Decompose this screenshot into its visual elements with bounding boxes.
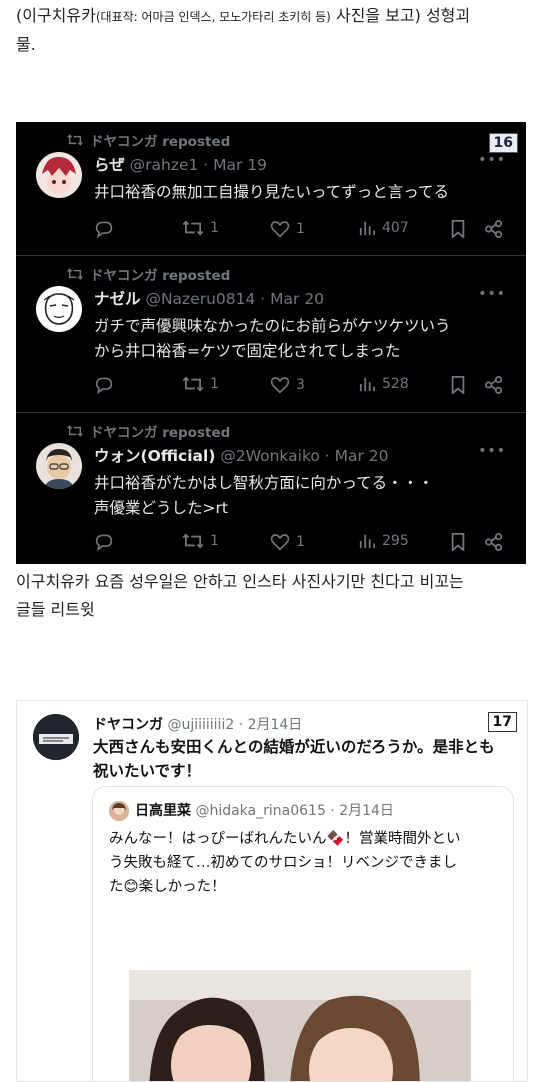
- tweet-line: 井口裕香がたかはし智秋方面に向かってる・・・: [94, 474, 434, 492]
- like-count: 1: [296, 534, 305, 550]
- quoted-text: みんなー！はっぴーばれんたいん🍫！営業時間外とい う失敗も経て…初めてのサロショ…: [109, 827, 509, 899]
- quoted-line: みんなー！はっぴーばれんたいん🍫！営業時間外とい: [109, 831, 461, 847]
- repost-label: ドヤコンガ reposted: [90, 268, 231, 284]
- retweet-count: 1: [210, 220, 219, 236]
- reply-icon[interactable]: [94, 533, 120, 552]
- bookmark-icon[interactable]: [450, 533, 472, 553]
- quoted-header: 日高里菜 @hidaka_rina0615 · 2月14日: [135, 800, 394, 820]
- tweet-header: らぜ @rahze1 · Mar 19: [94, 153, 267, 175]
- bookmark-icon[interactable]: [450, 220, 472, 240]
- views-button[interactable]: 407: [358, 220, 409, 236]
- avatar[interactable]: [33, 714, 79, 760]
- reply-icon[interactable]: [94, 220, 120, 239]
- tweet-text: 井口裕香の無加工自撮り見たいってずっと言ってる: [94, 180, 514, 205]
- views-count: 528: [382, 376, 409, 392]
- retweet-count: 1: [210, 533, 219, 549]
- tweet-text: 井口裕香がたかはし智秋方面に向かってる・・・ 声優業どうした>rt: [94, 471, 514, 521]
- quoted-tweet[interactable]: 日高里菜 @hidaka_rina0615 · 2月14日 みんなー！はっぴーば…: [92, 786, 514, 1081]
- repost-icon: [66, 425, 84, 441]
- share-icon[interactable]: [484, 376, 510, 394]
- tweet-text: ガチで声優興味なかったのにお前らがケツケツいう から井口裕香=ケツで固定化されて…: [94, 314, 514, 364]
- repost-icon: [66, 134, 84, 150]
- retweet-button[interactable]: 1: [182, 220, 219, 236]
- repost-line: ドヤコンガ reposted: [66, 130, 230, 150]
- bookmark-icon[interactable]: [450, 376, 472, 396]
- quoted-line: た😊楽しかった！: [109, 879, 226, 895]
- tweet-actions: 1 1 295: [94, 533, 514, 555]
- share-icon[interactable]: [484, 220, 510, 238]
- image-index-badge: 17: [487, 712, 517, 732]
- tweet-header: ウォン(Official) @2Wonkaiko · Mar 20: [94, 444, 389, 466]
- more-icon[interactable]: •••: [478, 286, 506, 302]
- tweet-text: 大西さんも安田くんとの結婚が近いのだろうか。是非とも 祝いたいです！: [93, 735, 513, 783]
- like-button[interactable]: 3: [270, 376, 305, 394]
- tweet-card[interactable]: ドヤコンガ reposted らぜ @rahze1 · Mar 19 ••• 井…: [16, 122, 526, 274]
- tweet-actions: 1 3 528: [94, 376, 514, 398]
- quoted-handle-date: @hidaka_rina0615 · 2月14日: [195, 803, 394, 819]
- tweet-line: 大西さんも安田くんとの結婚が近いのだろうか。是非とも: [93, 738, 495, 756]
- reply-icon[interactable]: [94, 376, 120, 395]
- display-name[interactable]: ドヤコンガ: [93, 717, 163, 733]
- repost-label: ドヤコンガ reposted: [90, 425, 231, 441]
- views-button[interactable]: 295: [358, 533, 409, 549]
- caption-line: 글들 리트윗: [16, 600, 95, 619]
- display-name[interactable]: ウォン(Official): [94, 447, 215, 465]
- tweet-card[interactable]: ドヤコンガ reposted ウォン(Official) @2Wonkaiko …: [16, 412, 526, 564]
- avatar[interactable]: [36, 286, 82, 332]
- like-count: 1: [296, 221, 305, 237]
- intro-part1: (이구치유카: [16, 6, 96, 25]
- handle-date: @2Wonkaiko · Mar 20: [220, 447, 389, 465]
- tweet-card[interactable]: ドヤコンガ reposted ナゼル @Nazeru0814 · Mar 20 …: [16, 255, 526, 412]
- more-icon[interactable]: •••: [478, 152, 506, 168]
- quoted-photo[interactable]: [129, 970, 471, 1081]
- handle-date: @ujiiiiiiii2 · 2月14日: [167, 717, 303, 733]
- tweet-header: ドヤコンガ @ujiiiiiiii2 · 2月14日: [93, 714, 302, 734]
- avatar[interactable]: [36, 152, 82, 198]
- like-button[interactable]: 1: [270, 220, 305, 238]
- quoted-display-name[interactable]: 日高里菜: [135, 803, 191, 819]
- tweet-line: 祝いたいです！: [93, 762, 202, 780]
- display-name[interactable]: らぜ: [94, 156, 125, 174]
- caption-line: 이구치유카 요즘 성우일은 안하고 인스타 사진사기만 친다고 비꼬는: [16, 572, 464, 591]
- repost-line: ドヤコンガ reposted: [66, 264, 230, 284]
- views-count: 295: [382, 533, 409, 549]
- caption-text: 이구치유카 요즘 성우일은 안하고 인스타 사진사기만 친다고 비꼬는 글들 리…: [16, 568, 526, 624]
- light-tweet-screenshot: 17 ドヤコンガ @ujiiiiiiii2 · 2月14日 大西さんも安田くんと…: [16, 700, 528, 1082]
- intro-part2: 사진을 보고) 성형괴: [330, 6, 471, 25]
- tweet-header: ナゼル @Nazeru0814 · Mar 20: [94, 287, 324, 309]
- repost-label: ドヤコンガ reposted: [90, 134, 231, 150]
- handle-date: @Nazeru0814 · Mar 20: [145, 290, 325, 308]
- tweet-line: 声優業どうした>rt: [94, 499, 228, 517]
- dark-tweet-screenshot: 16 ドヤコンガ reposted らぜ @rahze1 · Mar 19 ••…: [16, 122, 526, 564]
- tweet-line: ガチで声優興味なかったのにお前らがケツケツいう: [94, 317, 451, 335]
- share-icon[interactable]: [484, 533, 510, 551]
- views-button[interactable]: 528: [358, 376, 409, 392]
- avatar[interactable]: [36, 443, 82, 489]
- retweet-button[interactable]: 1: [182, 376, 219, 392]
- like-button[interactable]: 1: [270, 533, 305, 551]
- repost-line: ドヤコンガ reposted: [66, 421, 230, 441]
- like-count: 3: [296, 377, 305, 393]
- intro-text: (이구치유카(대표작: 어마금 인덱스, 모노가타리 초키히 등) 사진을 보고…: [16, 2, 526, 59]
- display-name[interactable]: ナゼル: [94, 290, 141, 308]
- tweet-line: 井口裕香の無加工自撮り見たいってずっと言ってる: [94, 183, 449, 201]
- avatar[interactable]: [109, 801, 129, 821]
- quoted-line: う失敗も経て…初めてのサロショ！リベンジできまし: [109, 855, 457, 871]
- intro-small: (대표작: 어마금 인덱스, 모노가타리 초키히 등): [95, 10, 331, 24]
- handle-date: @rahze1 · Mar 19: [129, 156, 268, 174]
- views-count: 407: [382, 220, 409, 236]
- retweet-button[interactable]: 1: [182, 533, 219, 549]
- tweet-line: から井口裕香=ケツで固定化されてしまった: [94, 342, 401, 360]
- repost-icon: [66, 268, 84, 284]
- more-icon[interactable]: •••: [478, 443, 506, 459]
- retweet-count: 1: [210, 376, 219, 392]
- intro-part3: 물.: [16, 35, 36, 54]
- tweet-actions: 1 1 407: [94, 220, 514, 242]
